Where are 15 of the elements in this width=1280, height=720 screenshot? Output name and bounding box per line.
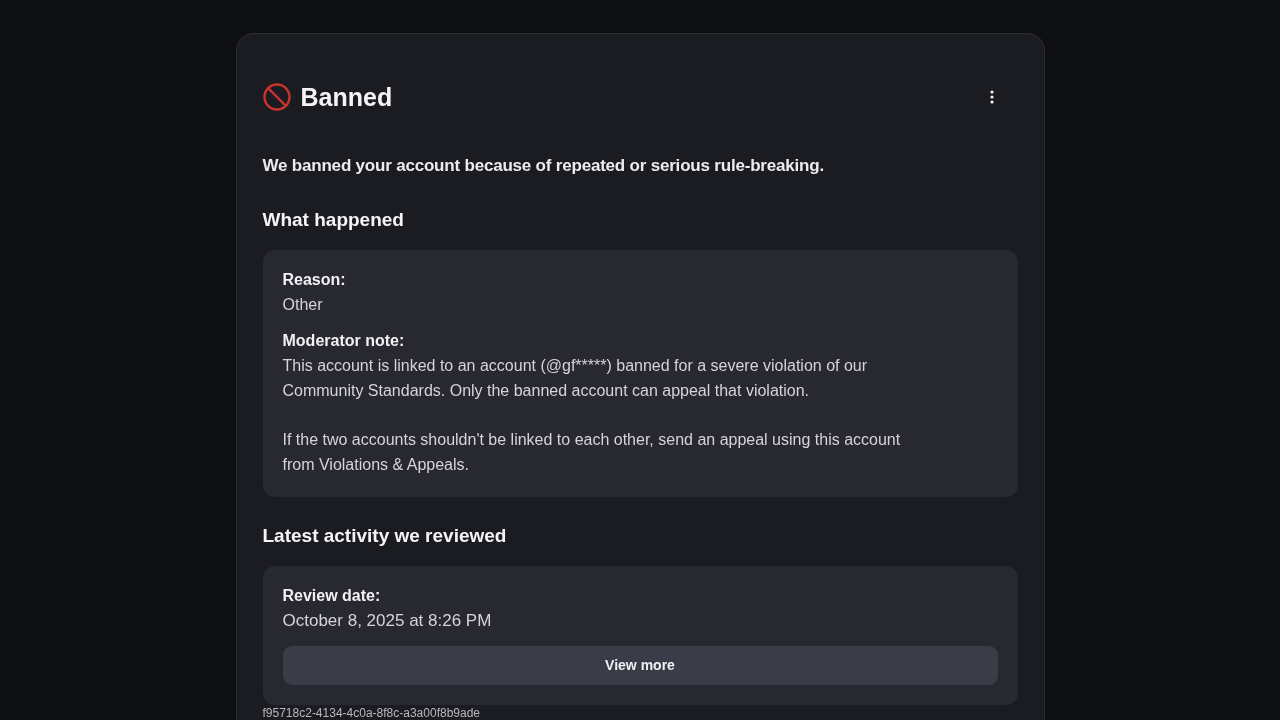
- reference-id: f95718c2-4134-4c0a-8f8c-a3a00f8b9ade: [262, 706, 480, 720]
- ban-description: We banned your account because of repeated or serious rule-breaking.: [262, 155, 825, 177]
- field-value: Other: [282, 295, 324, 315]
- kebab-menu-icon: [989, 90, 994, 104]
- field-label: Reason:: [282, 270, 347, 290]
- section-heading: Latest activity we reviewed: [262, 524, 508, 548]
- section-heading: What happened: [262, 208, 405, 232]
- field-value: If the two accounts shouldn't be linked to each other, send an appeal using this account from Violations & Appeals.: [282, 430, 902, 475]
- field-value: October 8, 2025 at 8:26 PM: [282, 610, 493, 632]
- page-title: Banned: [300, 82, 393, 112]
- field-label: Review date:: [282, 586, 382, 606]
- view-more-button[interactable]: View more: [282, 646, 998, 685]
- field-label: Moderator note:: [282, 331, 406, 351]
- field-value: This account is linked to an account (@gf*****) banned for a severe violation of our Community Standards. Only the banned account can appeal that violation.: [282, 356, 869, 401]
- prohibited-icon: [262, 83, 291, 111]
